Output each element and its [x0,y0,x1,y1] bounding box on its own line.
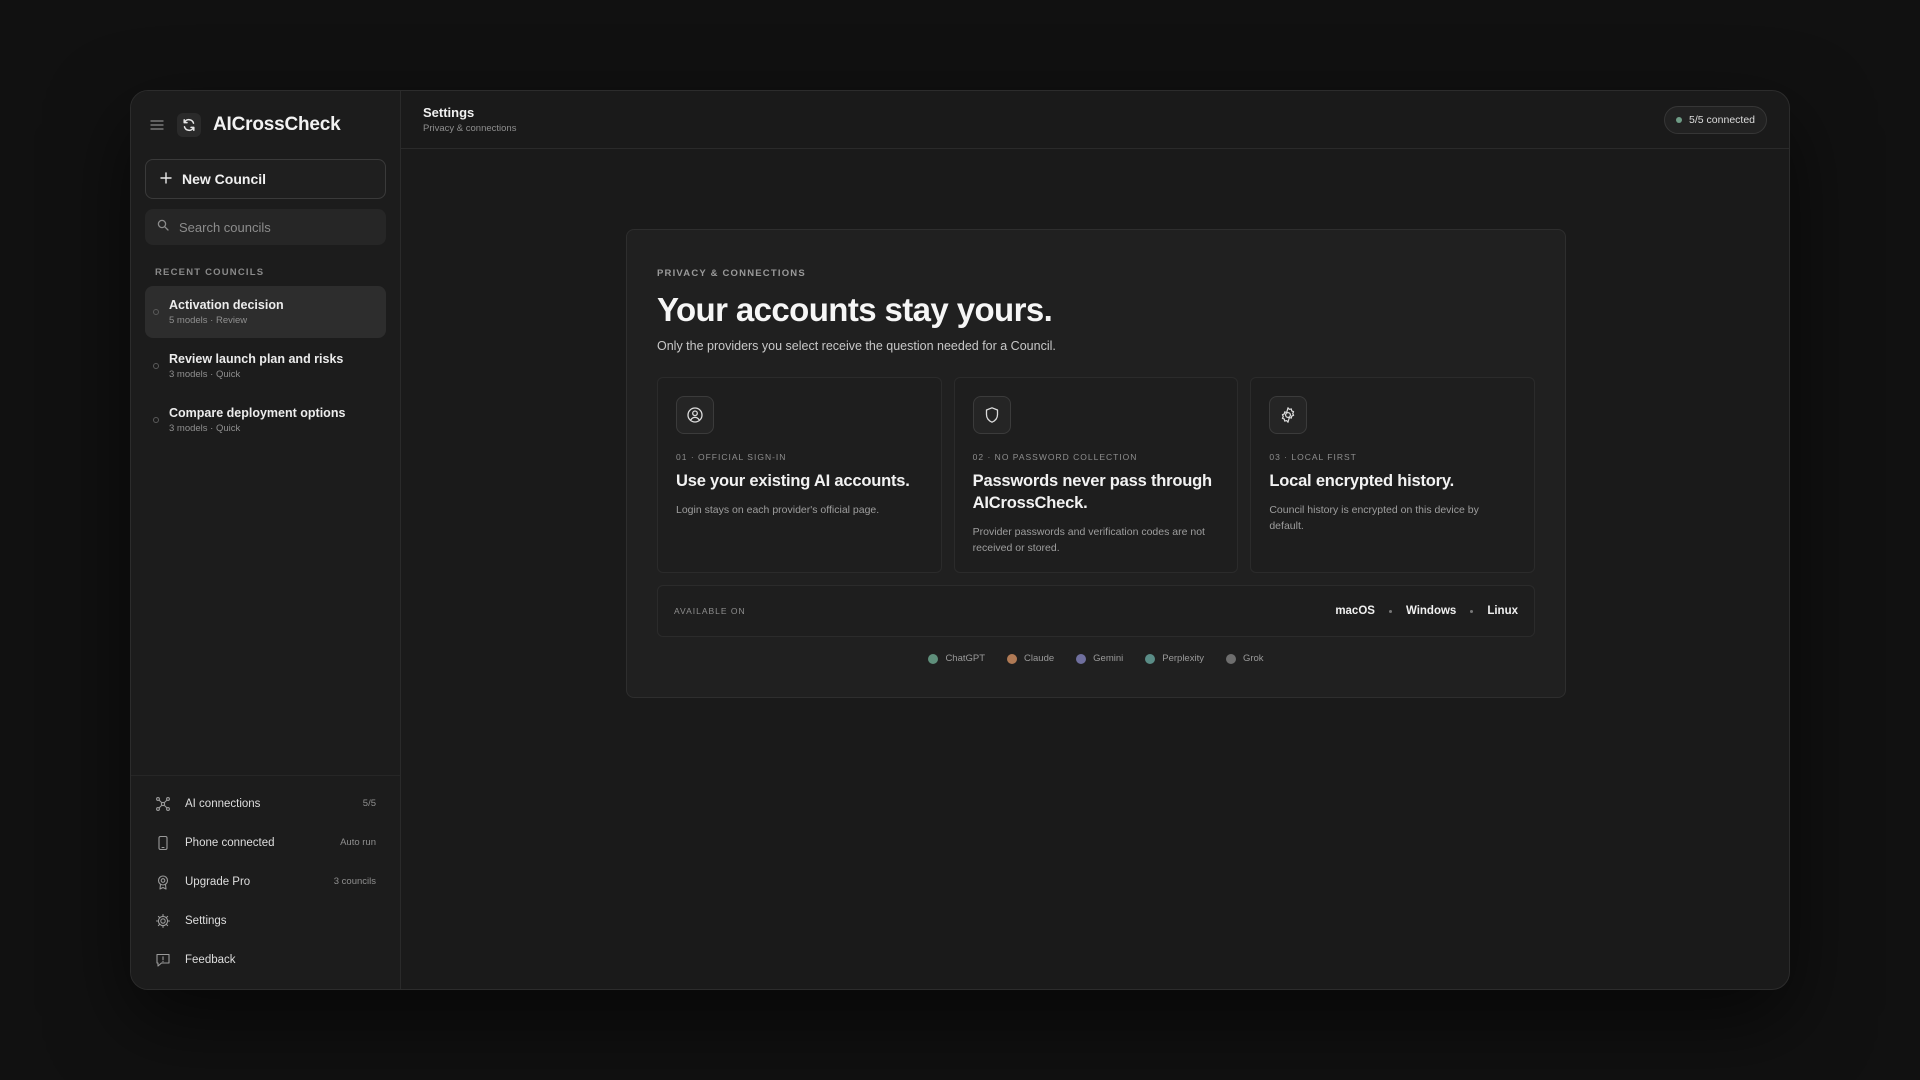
sidebar-item-label: Phone connected [185,836,275,849]
separator-dot [1388,609,1392,613]
sidebar-item-label: Feedback [185,953,236,966]
provider-chatgpt: ChatGPT [928,653,985,664]
sidebar-item-upgrade[interactable]: Upgrade Pro 3 councils [145,862,386,901]
gear-icon [155,913,171,929]
provider-dot-icon [1076,653,1087,664]
app-title: AICrossCheck [213,114,341,135]
sidebar-item-aux: 3 councils [333,876,376,887]
feature-title: Local encrypted history. [1269,472,1455,490]
platform-list: macOS Windows Linux [1335,605,1518,617]
headline: Your accounts stay yours. [657,291,1053,328]
shield-icon [972,396,1011,434]
feature-card: 03 · LOCAL FIRST Local encrypted history… [1250,377,1536,573]
connection-status-badge[interactable]: 5/5 connected [1664,105,1767,134]
status-dot-icon [153,363,159,369]
plus-icon [160,171,172,187]
provider-claude: Claude [1007,653,1054,664]
platform-windows: Windows [1405,605,1457,617]
provider-name: Perplexity [1162,653,1204,664]
page-title: Settings [423,105,475,120]
sidebar-item-aux: Auto run [340,837,376,848]
available-on-row: AVAILABLE ON macOS Windows Linux [657,585,1535,637]
sidebar: AICrossCheck New Council RECENT COUNCILS… [131,91,401,989]
connection-status-text: 5/5 connected [1689,113,1755,126]
separator-dot [1470,609,1474,613]
provider-name: ChatGPT [945,653,986,664]
app-logo-icon [177,113,201,137]
provider-name: Gemini [1093,653,1124,664]
platform-linux: Linux [1487,605,1518,617]
feature-card: 02 · NO PASSWORD COLLECTION Passwords ne… [953,377,1239,573]
provider-gemini: Gemini [1076,653,1123,664]
recent-councils-label: RECENT COUNCILS [155,267,265,278]
feature-desc: Provider passwords and verification code… [972,526,1205,554]
search-icon [157,218,169,236]
main-panel: Settings Privacy & connections 5/5 conne… [401,91,1789,989]
badge-icon [155,874,171,890]
feature-title: Use your existing AI accounts. [676,472,910,490]
status-dot-icon [153,309,159,315]
user-circle-icon [676,396,714,434]
provider-name: Claude [1024,653,1055,664]
provider-perplexity: Perplexity [1145,653,1204,664]
sidebar-item-aux: 5/5 [362,798,376,809]
sidebar-item-ai-connections[interactable]: AI connections 5/5 [145,784,386,823]
feature-tag: 02 · NO PASSWORD COLLECTION [972,452,1138,462]
feature-list: 01 · OFFICIAL SIGN-IN Use your existing … [657,377,1536,573]
subline: Only the providers you select receive th… [657,339,1056,353]
search-input[interactable] [179,219,374,235]
platform-macos: macOS [1335,605,1375,617]
status-dot-icon [153,417,159,423]
feedback-icon [155,952,171,968]
sidebar-item-feedback[interactable]: Feedback [145,940,386,979]
provider-grok: Grok [1225,653,1264,664]
council-meta: 5 models · Review [169,315,248,326]
gear-icon [1269,396,1308,434]
recent-councils-list: Activation decision 5 models · Review Re… [131,286,400,448]
feature-tag: 03 · LOCAL FIRST [1269,452,1357,462]
provider-name: Grok [1242,653,1264,664]
feature-desc: Council history is encrypted on this dev… [1269,504,1479,532]
feature-tag: 01 · OFFICIAL SIGN-IN [676,452,787,462]
topbar: Settings Privacy & connections 5/5 conne… [401,91,1789,149]
sidebar-item-label: Upgrade Pro [185,875,251,888]
menu-icon[interactable] [149,117,165,133]
sidebar-item-label: Settings [185,914,227,927]
council-meta: 3 models · Quick [169,423,241,434]
council-name: Compare deployment options [169,406,346,420]
provider-legend: ChatGPT Claude Gemini Perplexity Grok [657,653,1535,664]
search-box [145,209,386,245]
council-meta: 3 models · Quick [169,369,241,380]
recent-council-item[interactable]: Activation decision 5 models · Review [145,286,386,338]
status-dot-icon [1676,116,1683,123]
page-subtitle: Privacy & connections [423,123,517,134]
council-name: Review launch plan and risks [169,352,344,366]
new-council-button[interactable]: New Council [145,159,386,199]
recent-council-item[interactable]: Compare deployment options 3 models · Qu… [145,394,386,446]
app-window: AICrossCheck New Council RECENT COUNCILS… [130,90,1790,990]
available-on-label: AVAILABLE ON [674,606,746,616]
provider-dot-icon [928,653,939,664]
network-icon [155,796,171,812]
privacy-card: PRIVACY & CONNECTIONS Your accounts stay… [626,229,1566,698]
sidebar-item-phone[interactable]: Phone connected Auto run [145,823,386,862]
council-name: Activation decision [169,298,284,312]
provider-dot-icon [1145,653,1156,664]
sidebar-footer-nav: AI connections 5/5 Phone connected Auto … [131,775,400,989]
feature-title: Passwords never pass through AICrossChec… [972,472,1212,512]
sidebar-item-label: AI connections [185,797,261,810]
brand-header: AICrossCheck [131,91,400,159]
section-eyebrow: PRIVACY & CONNECTIONS [657,268,806,279]
feature-card: 01 · OFFICIAL SIGN-IN Use your existing … [657,377,942,573]
provider-dot-icon [1225,653,1236,664]
feature-desc: Login stays on each provider's official … [676,504,880,516]
sidebar-item-settings[interactable]: Settings [145,901,386,940]
provider-dot-icon [1007,653,1018,664]
new-council-label: New Council [182,171,267,187]
phone-icon [155,835,171,851]
recent-council-item[interactable]: Review launch plan and risks 3 models · … [145,340,386,392]
